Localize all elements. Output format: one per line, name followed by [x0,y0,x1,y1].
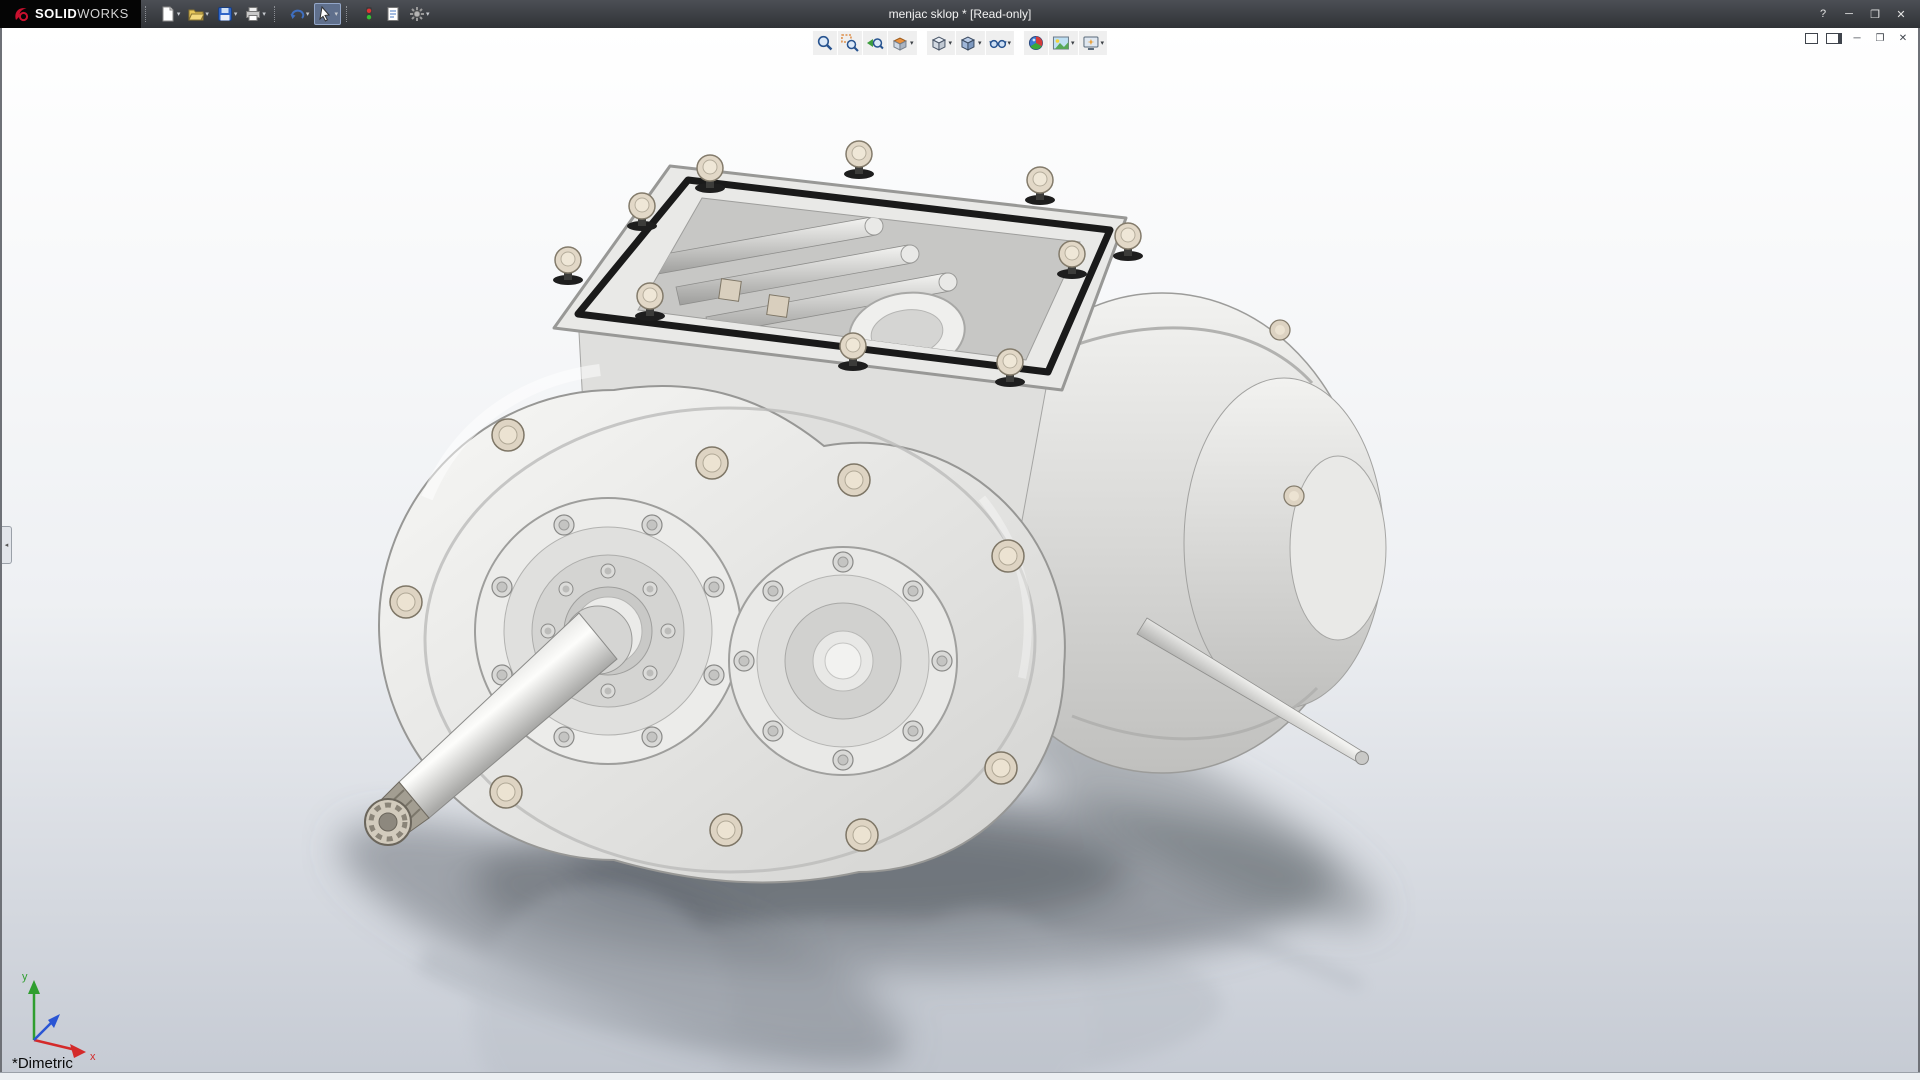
section-view-icon [891,34,909,52]
select-cursor-icon [317,6,333,22]
rebuild-button[interactable] [358,3,380,25]
cover-bolt [1057,241,1087,279]
rear-bolt [1270,320,1290,340]
open-folder-icon [188,6,204,22]
display-style-icon [959,34,977,52]
cover-bolt [627,193,657,231]
cover-bolt [1113,223,1143,261]
view-orientation-label: *Dimetric [12,1055,73,1072]
doc-close-button[interactable]: ✕ [1893,30,1913,46]
app-close-button[interactable]: ✕ [1888,4,1914,24]
save-floppy-icon [217,6,233,22]
previous-view-button[interactable] [863,31,887,55]
new-document-icon [160,6,176,22]
view-orientation-button[interactable]: ▾ [926,31,955,55]
print-icon [245,6,261,22]
housing-bolt [696,447,728,479]
heads-up-view-toolbar: ▾ ▾ ▾ ▾ [813,31,1107,55]
right-flange [729,547,957,775]
graphics-area: y x [0,28,1920,1072]
viewport-3d-canvas[interactable]: y x [2,28,1918,1072]
cover-bolt [553,247,583,285]
axis-x-label: x [90,1051,96,1063]
previous-view-icon [866,34,884,52]
toolbar-grip [145,6,152,22]
file-properties-icon [385,6,401,22]
help-button[interactable]: ? [1810,4,1836,24]
print-button[interactable]: ▾ [242,3,269,25]
toolbar-grip [274,6,281,22]
split-pane-button[interactable] [1824,30,1844,46]
document-title: menjac sklop * [Read-only] [889,7,1032,21]
dassault-systemes-icon [12,5,30,23]
cover-bolt [844,141,874,179]
zoom-to-area-button[interactable] [838,31,862,55]
zoom-to-area-icon [841,34,859,52]
file-properties-button[interactable] [382,3,404,25]
rear-bolt [1284,486,1304,506]
app-minimize-button[interactable]: ─ [1836,4,1862,24]
app-name: SOLIDWORKS [35,5,129,23]
titlebar: SOLIDWORKS ▾ ▾ ▾ ▾ ▾ [0,0,1920,28]
cover-bolt [635,283,665,321]
split-pane-icon [1826,33,1842,44]
housing-bolt [710,814,742,846]
display-style-button[interactable]: ▾ [956,31,985,55]
new-document-button[interactable]: ▾ [157,3,184,25]
cover-bolt [695,155,725,193]
section-view-button[interactable]: ▾ [888,31,917,55]
statusbar [0,1072,1920,1080]
zoom-to-fit-button[interactable] [813,31,837,55]
solidworks-logo: SOLIDWORKS [0,0,141,28]
housing-bolt [992,540,1024,572]
toolbar-grip [346,6,353,22]
document-window-controls: ─ ❐ ✕ [1801,30,1913,46]
hide-show-items-button[interactable]: ▾ [986,31,1015,55]
cover-bolt [1025,167,1055,205]
apply-scene-icon [1052,34,1070,52]
app-window-controls: ? ─ ❐ ✕ [1810,4,1920,24]
axis-y-label: y [22,971,28,983]
edit-appearance-icon [1027,34,1045,52]
housing-bolt [838,464,870,496]
doc-minimize-button[interactable]: ─ [1847,30,1867,46]
feature-panel-collapse-tab[interactable]: ◂ [2,526,12,564]
hide-show-items-icon [989,34,1007,52]
options-button[interactable]: ▾ [406,3,433,25]
housing-bolt [492,419,524,451]
rebuild-traffic-light-icon [361,6,377,22]
single-pane-icon [1805,33,1818,44]
open-button[interactable]: ▾ [185,3,212,25]
view-settings-button[interactable]: ▾ [1079,31,1108,55]
housing-bolt [390,586,422,618]
housing-bolt [490,776,522,808]
save-button[interactable]: ▾ [214,3,241,25]
doc-restore-button[interactable]: ❐ [1870,30,1890,46]
cover-bolt [995,349,1025,387]
edit-appearance-button[interactable] [1024,31,1048,55]
housing-bolt [846,819,878,851]
select-button[interactable]: ▾ [314,3,341,25]
undo-icon [289,6,305,22]
cover-bolt [838,333,868,371]
viewport-pane-button[interactable] [1801,30,1821,46]
view-orientation-cube-icon [929,34,947,52]
housing-bolt [985,752,1017,784]
options-gear-icon [409,6,425,22]
view-settings-icon [1082,34,1100,52]
zoom-to-fit-icon [816,34,834,52]
apply-scene-button[interactable]: ▾ [1049,31,1078,55]
undo-button[interactable]: ▾ [286,3,313,25]
app-restore-button[interactable]: ❐ [1862,4,1888,24]
